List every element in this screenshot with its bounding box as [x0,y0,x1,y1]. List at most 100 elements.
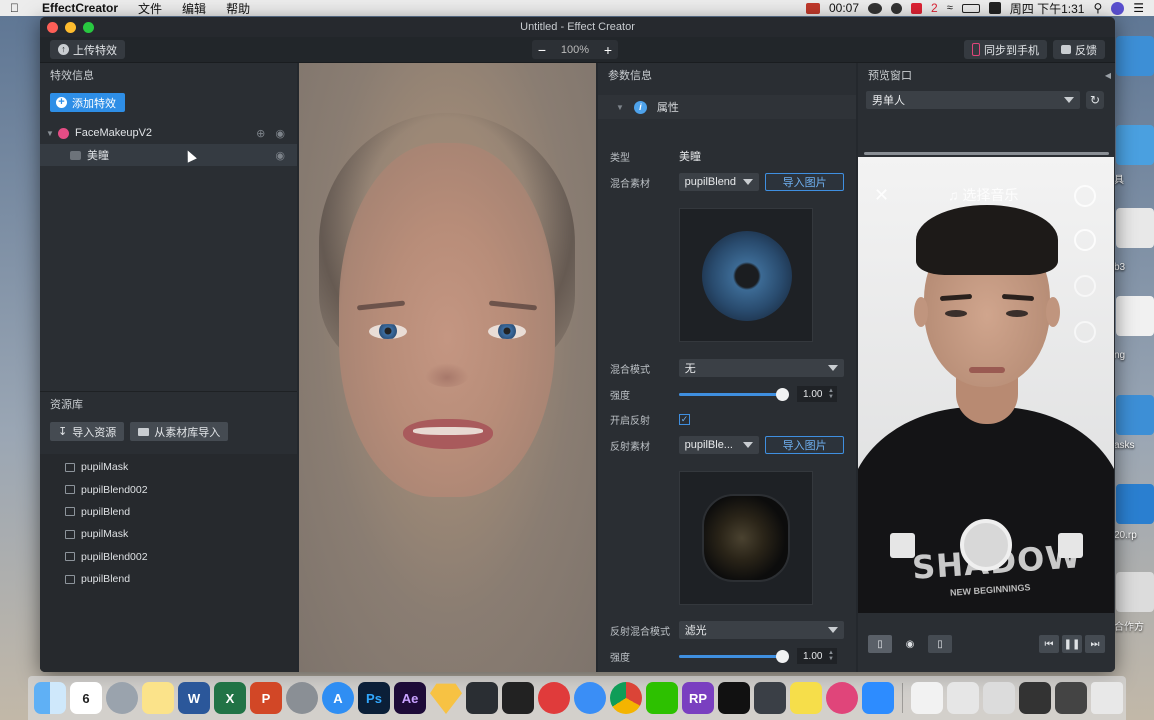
recent-file-icon[interactable] [1019,682,1051,714]
import-resource-button[interactable]: ↧ 导入资源 [50,422,125,441]
wechat-icon[interactable] [868,2,882,14]
desktop-file-icon[interactable] [1116,125,1154,165]
blend-mode-dropdown[interactable]: 无 [678,359,844,377]
zoom-window-button[interactable] [83,22,94,33]
preview-mode-camera-button[interactable]: ◉ [898,635,922,653]
list-item[interactable]: pupilBlend002 [40,546,297,568]
list-item[interactable]: pupilBlend [40,501,297,523]
list-item[interactable]: pupilBlend [40,568,297,590]
mail-icon[interactable] [538,682,570,714]
recent-file-icon[interactable] [983,682,1015,714]
feishu-icon[interactable] [574,682,606,714]
notes-icon[interactable] [142,682,174,714]
refresh-icon[interactable]: ↻ [1086,91,1104,109]
reflect-intensity-input[interactable]: 1.00 ▲ ▼ [797,648,837,664]
apple-icon[interactable]:  [10,1,28,15]
menu-file[interactable]: 文件 [138,0,162,17]
minimize-window-button[interactable] [65,22,76,33]
reflect-import-image-button[interactable]: 导入图片 [765,436,844,454]
preview-mode-phone-button[interactable]: ▯ [868,635,892,653]
app-menu[interactable]: EffectCreator [42,1,118,15]
tree-item-facemakeup[interactable]: ▼ FaceMakeupV2 ⊕ ◉ [40,122,297,144]
zoom-in-button[interactable]: + [598,42,618,58]
menu-help[interactable]: 帮助 [226,0,250,17]
preview-model-dropdown[interactable]: 男单人 [866,91,1080,109]
feedback-button[interactable]: 反馈 [1053,40,1105,59]
add-child-icon[interactable]: ⊕ [256,127,265,140]
system-preferences-icon[interactable] [286,682,318,714]
notification-icon[interactable] [911,2,922,14]
menu-list-icon[interactable]: ☰ [1133,1,1144,15]
powerpoint-icon[interactable]: P [250,682,282,714]
user-icon[interactable] [1111,1,1125,15]
finder-icon[interactable] [34,682,66,714]
upload-media-icon[interactable] [1058,533,1083,558]
slider-handle[interactable] [776,650,789,663]
intensity-slider[interactable] [679,388,789,401]
beauty-icon[interactable] [1074,275,1096,297]
properties-section-header[interactable]: ▼ i 属性 [598,95,856,119]
expand-arrow-icon[interactable]: ▼ [46,129,58,138]
menu-edit[interactable]: 编辑 [182,0,206,17]
wechat-dock-icon[interactable] [646,682,678,714]
reflect-intensity-slider[interactable] [679,650,789,663]
phone-preview[interactable]: SHADOW NEW BEGINNINGS ✕ ♫ 选择音乐 [858,157,1114,613]
recent-file-icon[interactable] [911,682,943,714]
desktop-file-icon[interactable] [1116,208,1154,248]
pause-button[interactable]: ❚❚ [1062,635,1082,653]
flip-camera-icon[interactable] [1074,185,1096,207]
upload-effect-button[interactable]: ↑ 上传特效 [50,40,125,59]
recent-file-icon[interactable] [947,682,979,714]
stickies-icon[interactable] [790,682,822,714]
input-method-icon[interactable] [988,2,1001,14]
firefox-icon[interactable] [826,682,858,714]
recent-file-icon[interactable] [1055,682,1087,714]
photoshop-icon[interactable]: Ps [358,682,390,714]
desktop-file-icon[interactable] [1116,296,1154,336]
editor-canvas[interactable] [299,63,596,672]
effects-tray-icon[interactable] [890,533,915,558]
visibility-eye-icon[interactable]: ◉ [275,149,285,162]
record-icon[interactable] [805,2,820,14]
chrome-icon[interactable] [610,682,642,714]
list-item[interactable]: pupilMask [40,456,297,478]
battery-icon[interactable] [961,3,980,13]
preview-mode-image-button[interactable]: ▯ [928,635,952,653]
select-music-button[interactable]: ♫ 选择音乐 [948,185,1018,205]
list-item[interactable]: pupilBlend002 [40,478,297,500]
unity-icon[interactable] [502,682,534,714]
record-shutter-button[interactable] [960,519,1012,571]
reflect-material-dropdown[interactable]: pupilBle... [678,436,760,454]
tree-item-pupil[interactable]: 美瞳 ◉ [40,144,297,166]
speed-icon[interactable] [1074,229,1096,251]
import-image-button[interactable]: 导入图片 [765,173,844,191]
reflect-blend-mode-dropdown[interactable]: 滤光 [678,621,844,639]
timer-icon[interactable] [1074,321,1096,343]
stepper-arrows-icon[interactable]: ▲ ▼ [828,388,834,400]
design-app-icon[interactable] [754,682,786,714]
desktop-file-icon[interactable] [1116,395,1154,435]
desktop-file-icon[interactable] [1116,572,1154,612]
intensity-input[interactable]: 1.00 ▲ ▼ [797,386,837,402]
screen-recorder-icon[interactable] [718,682,750,714]
menubar-clock[interactable]: 周四 下午1:31 [1010,0,1085,17]
search-icon[interactable]: ⚲ [1093,1,1102,15]
word-icon[interactable]: W [178,682,210,714]
list-item[interactable]: pupilMask [40,523,297,545]
sketch-icon[interactable] [430,683,462,714]
previous-frame-button[interactable]: ⏮ [1039,635,1059,653]
launchpad-icon[interactable] [106,682,138,714]
layers-app-icon[interactable] [466,682,498,714]
visibility-eye-icon[interactable]: ◉ [275,127,285,140]
after-effects-icon[interactable]: Ae [394,682,426,714]
library-import-button[interactable]: 从素材库导入 [130,422,229,441]
wifi-icon[interactable]: ≈ [947,2,953,14]
add-effect-button[interactable]: + 添加特效 [50,93,125,112]
zoom-out-button[interactable]: − [532,42,552,58]
desktop-file-icon[interactable] [1116,36,1154,76]
collapse-panel-icon[interactable]: ◀ [1105,71,1111,80]
next-frame-button[interactable]: ⏭ [1085,635,1105,653]
zoom-meeting-icon[interactable] [862,682,894,714]
calendar-icon[interactable]: 6 [70,682,102,714]
reflect-enable-checkbox[interactable]: ✓ [679,413,690,425]
